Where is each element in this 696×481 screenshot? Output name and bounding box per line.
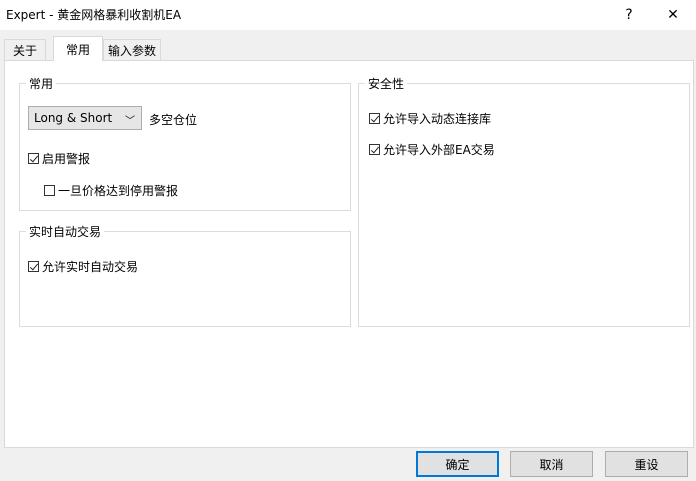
tab-panel: 常用 Long & Short ﹀ 多空仓位 启用警报 一旦价格达到停用警报 实… xyxy=(4,60,694,448)
close-icon: ✕ xyxy=(667,7,679,23)
tab-general[interactable]: 常用 xyxy=(53,36,103,61)
tab-about[interactable]: 关于 xyxy=(4,39,46,60)
position-mode-label: 多空仓位 xyxy=(149,113,198,127)
disable-alerts-checkbox[interactable] xyxy=(44,185,55,196)
disable-alerts-label: 一旦价格达到停用警报 xyxy=(58,184,179,198)
allow-external-ea-label: 允许导入外部EA交易 xyxy=(383,143,495,157)
allow-dll-row[interactable]: 允许导入动态连接库 xyxy=(369,110,491,127)
cancel-button[interactable]: 取消 xyxy=(510,451,593,477)
general-group-title: 常用 xyxy=(26,75,57,92)
allow-dll-checkbox[interactable] xyxy=(369,113,380,124)
chevron-down-icon: ﹀ xyxy=(125,116,135,127)
general-group: 常用 Long & Short ﹀ 多空仓位 启用警报 一旦价格达到停用警报 xyxy=(19,75,351,211)
position-mode-select[interactable]: Long & Short ﹀ xyxy=(28,106,142,130)
allow-live-trading-row[interactable]: 允许实时自动交易 xyxy=(28,258,138,275)
security-group-title: 安全性 xyxy=(365,75,408,92)
allow-external-ea-row[interactable]: 允许导入外部EA交易 xyxy=(369,141,495,158)
close-button[interactable]: ✕ xyxy=(650,0,696,30)
allow-live-trading-checkbox[interactable] xyxy=(28,261,39,272)
window-title: Expert - 黄金网格暴利收割机EA xyxy=(6,8,182,22)
security-group: 安全性 允许导入动态连接库 允许导入外部EA交易 xyxy=(358,75,690,327)
position-mode-value: Long & Short xyxy=(34,111,113,125)
tab-bar: 关于 常用 输入参数 xyxy=(0,36,696,62)
allow-live-trading-label: 允许实时自动交易 xyxy=(42,260,139,274)
disable-alerts-row[interactable]: 一旦价格达到停用警报 xyxy=(44,182,178,199)
tab-inputs[interactable]: 输入参数 xyxy=(103,39,161,60)
enable-alerts-label: 启用警报 xyxy=(42,152,91,166)
allow-external-ea-checkbox[interactable] xyxy=(369,144,380,155)
auto-trading-group-title: 实时自动交易 xyxy=(26,223,105,240)
allow-dll-label: 允许导入动态连接库 xyxy=(383,112,492,126)
auto-trading-group: 实时自动交易 允许实时自动交易 xyxy=(19,223,351,327)
reset-button[interactable]: 重设 xyxy=(605,451,688,477)
title-bar: Expert - 黄金网格暴利收割机EA ? ✕ xyxy=(0,0,696,30)
ok-button[interactable]: 确定 xyxy=(416,451,499,477)
help-button[interactable]: ? xyxy=(606,0,652,30)
enable-alerts-checkbox[interactable] xyxy=(28,153,39,164)
enable-alerts-row[interactable]: 启用警报 xyxy=(28,150,90,167)
